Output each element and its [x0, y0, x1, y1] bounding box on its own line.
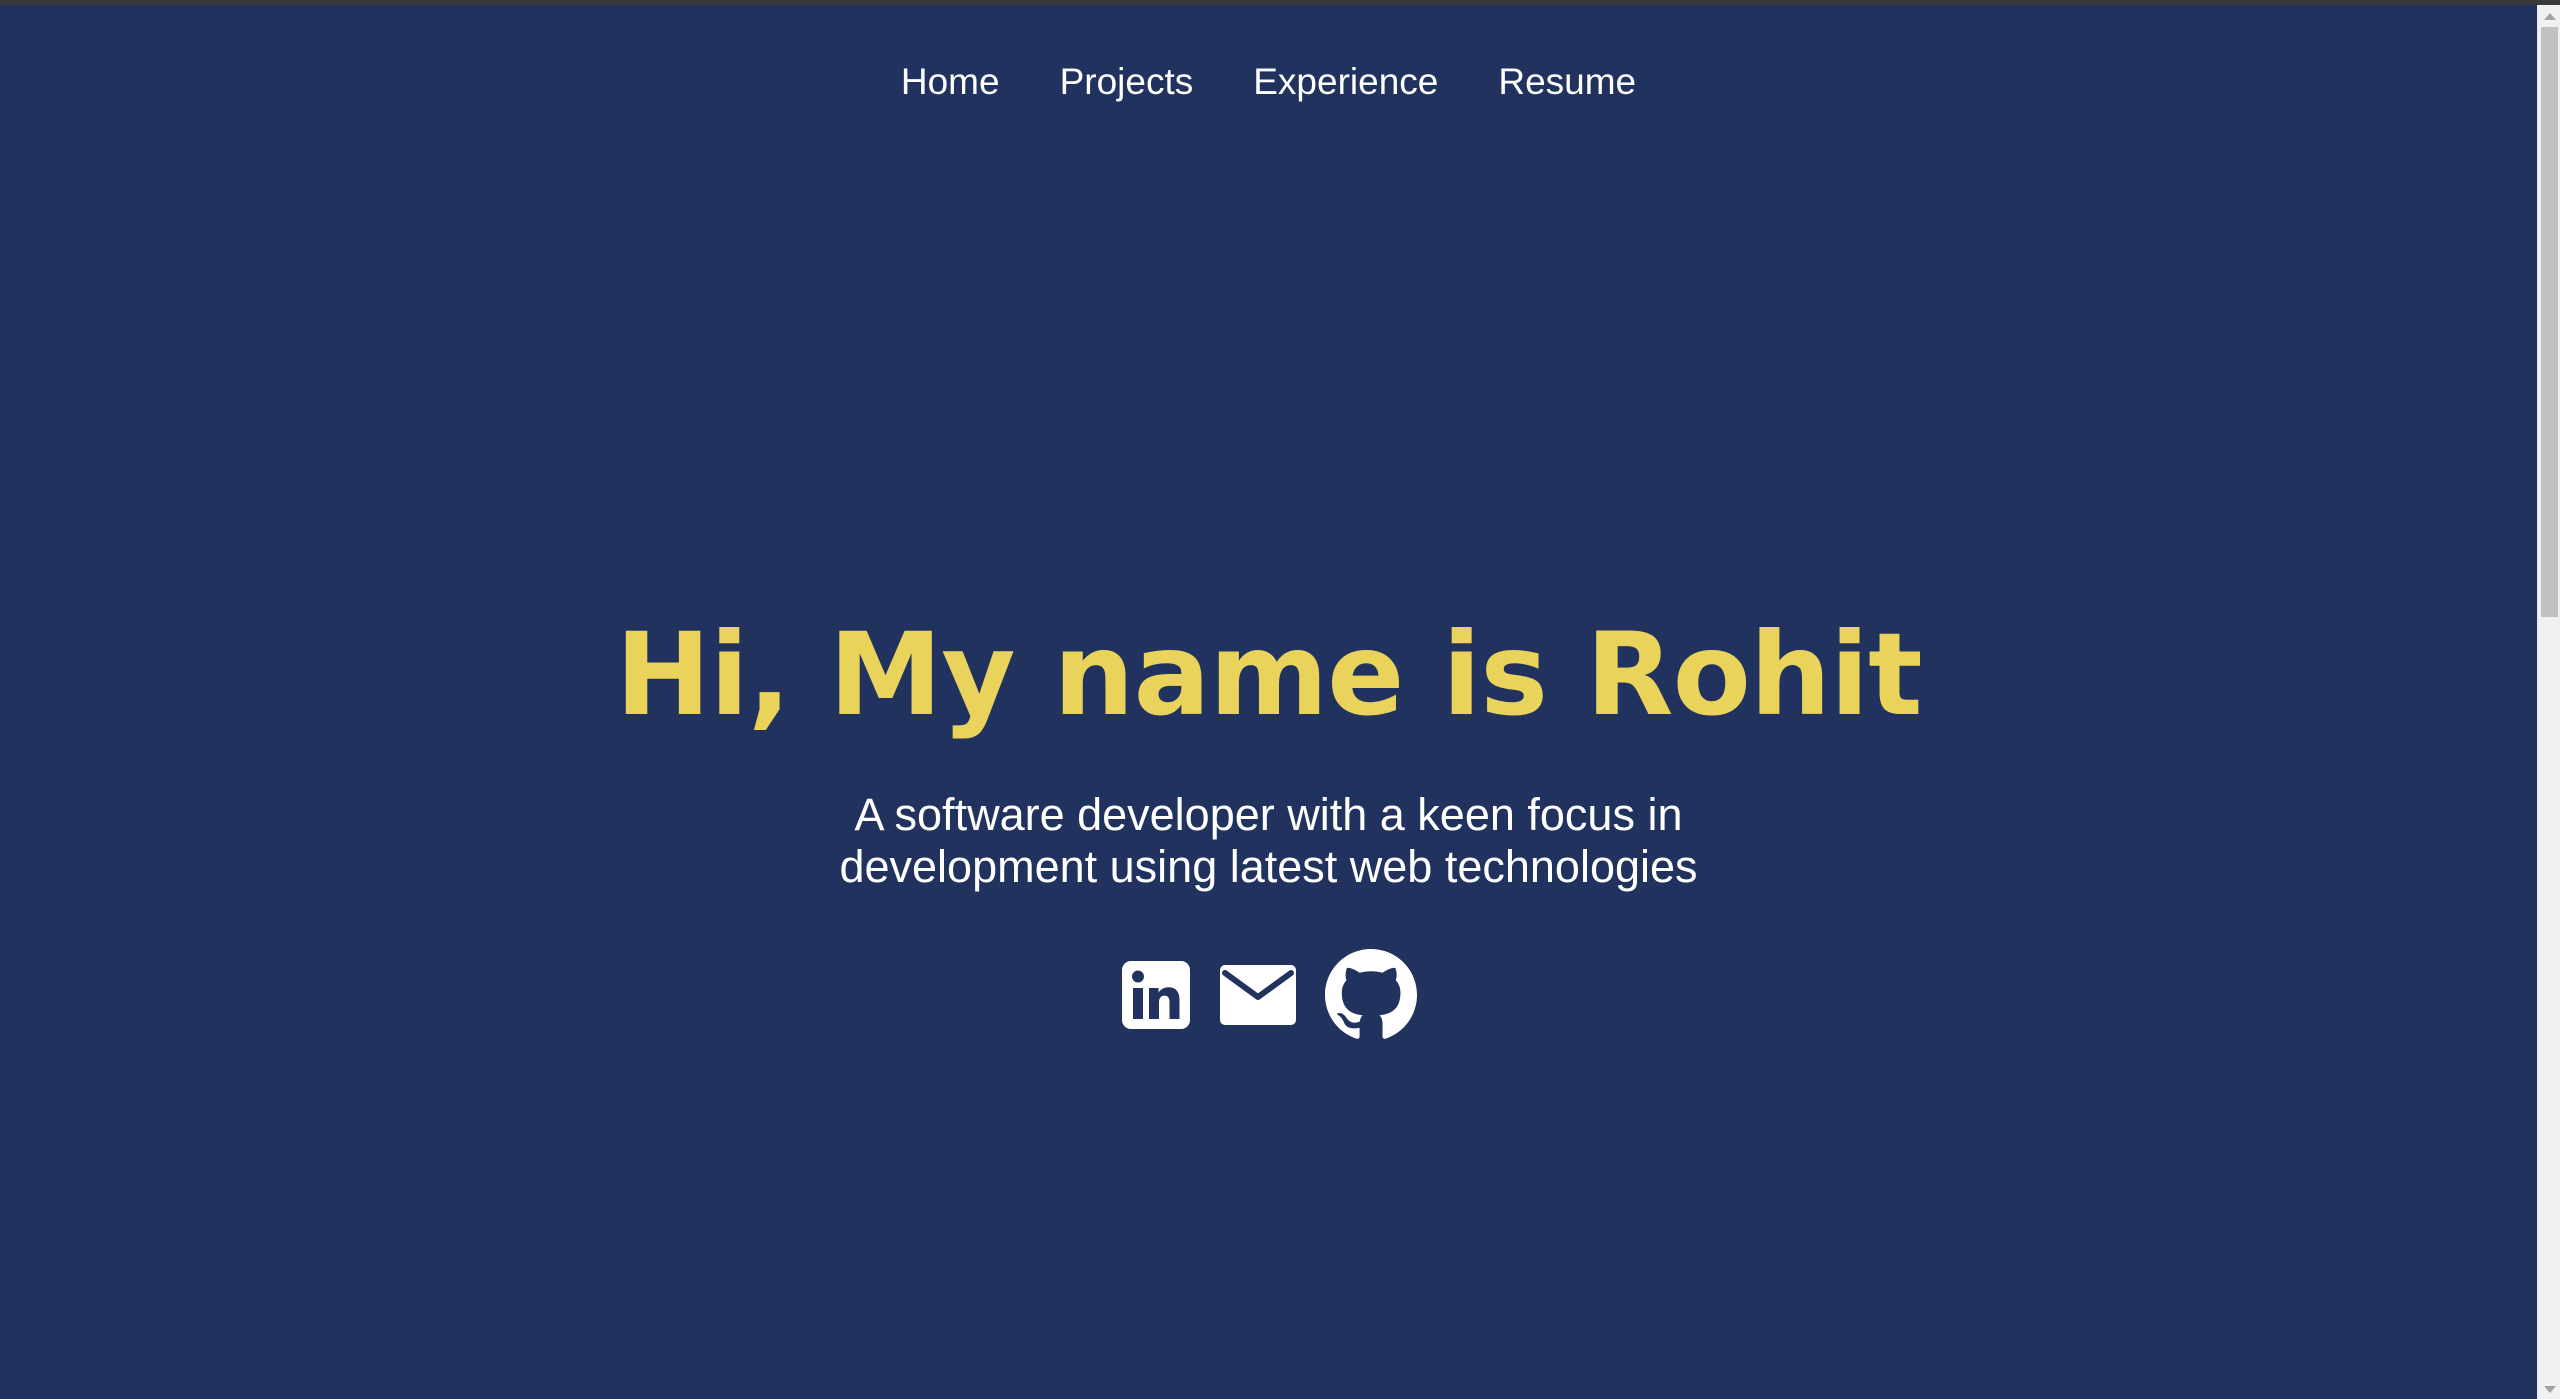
hero-title: Hi, My name is Rohit	[615, 608, 1922, 741]
social-links	[1121, 949, 1417, 1041]
page: Home Projects Experience Resume Hi, My n…	[0, 5, 2537, 1399]
nav-link-projects[interactable]: Projects	[1060, 57, 1194, 107]
scrollbar[interactable]	[2537, 5, 2560, 1399]
github-icon[interactable]	[1324, 949, 1417, 1041]
nav-link-home[interactable]: Home	[901, 57, 1000, 107]
linkedin-icon[interactable]	[1121, 960, 1191, 1030]
navbar: Home Projects Experience Resume	[0, 57, 2537, 107]
hero-section: Hi, My name is Rohit A software develope…	[0, 605, 2537, 1041]
scroll-down-arrow-icon[interactable]	[2544, 1386, 2556, 1393]
email-icon[interactable]	[1219, 964, 1297, 1026]
hero-subtitle: A software developer with a keen focus i…	[839, 789, 1698, 892]
scroll-up-arrow-icon[interactable]	[2544, 13, 2556, 20]
scrollbar-thumb[interactable]	[2541, 27, 2558, 617]
nav-link-experience[interactable]: Experience	[1253, 57, 1438, 107]
nav-link-resume[interactable]: Resume	[1498, 57, 1636, 107]
